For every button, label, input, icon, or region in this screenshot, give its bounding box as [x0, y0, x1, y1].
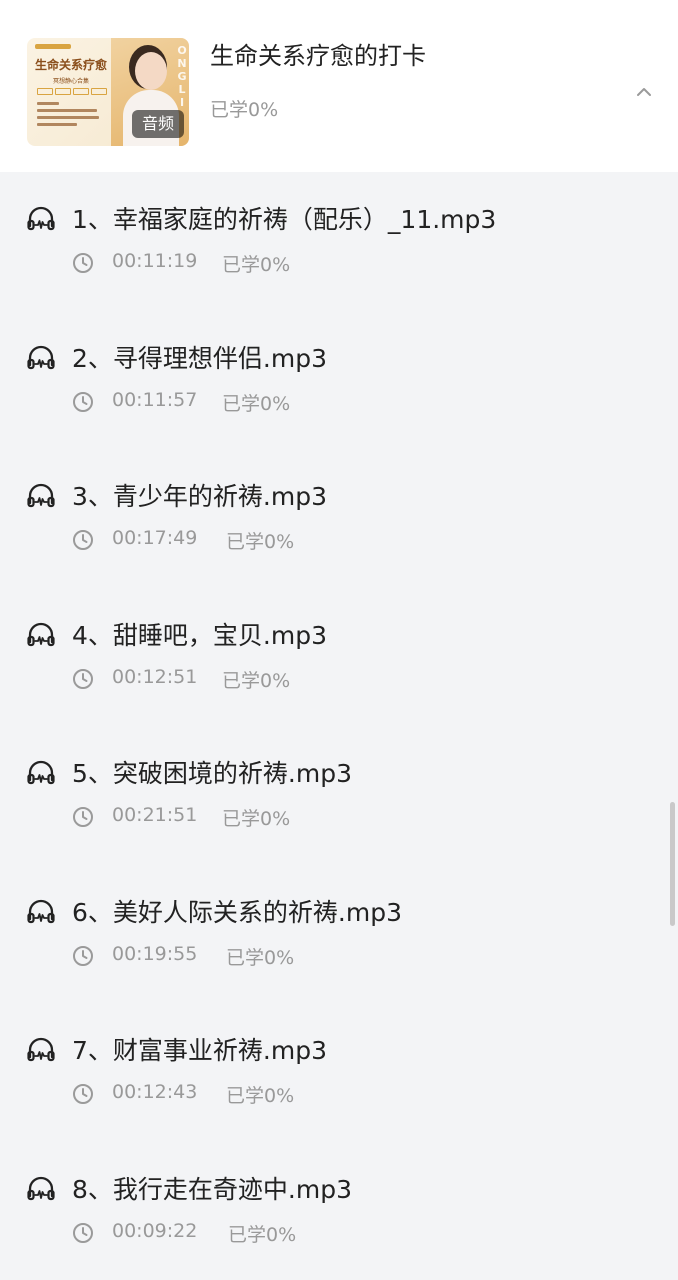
- clock-icon: [73, 530, 93, 550]
- headphones-icon: [27, 760, 55, 785]
- item-duration: 00:17:49: [112, 527, 198, 549]
- item-progress: 已学0%: [222, 808, 291, 830]
- item-duration: 00:12:51: [112, 665, 198, 688]
- item-title: 5、突破困境的祈祷.mp3: [72, 759, 352, 788]
- list-item[interactable]: 1、幸福家庭的祈祷（配乐）_11.mp3 00:11:19 已学0%: [0, 172, 678, 311]
- item-title: 1、幸福家庭的祈祷（配乐）_11.mp3: [72, 205, 497, 234]
- item-duration: 00:11:57: [112, 388, 198, 411]
- headphones-icon: [27, 622, 55, 646]
- cover-text-lines: [37, 102, 99, 130]
- item-duration: 00:11:19: [112, 250, 198, 272]
- scrollbar[interactable]: [670, 802, 675, 926]
- item-progress: 已学0%: [226, 1085, 295, 1107]
- clock-icon: [73, 391, 93, 412]
- cover-tags: [37, 88, 107, 95]
- list-item[interactable]: 7、财富事业祈祷.mp3 00:12:43 已学0%: [0, 1003, 678, 1142]
- item-title: 8、我行走在奇迹中.mp3: [72, 1174, 352, 1204]
- item-progress: 已学0%: [228, 1223, 297, 1246]
- course-title: 生命关系疗愈的打卡: [210, 42, 426, 70]
- cover-title: 生命关系疗愈: [35, 58, 108, 72]
- clock-icon: [73, 253, 93, 273]
- clock-icon: [73, 668, 93, 689]
- audio-list: 1、幸福家庭的祈祷（配乐）_11.mp3 00:11:19 已学0% 2、寻得理…: [0, 172, 678, 1280]
- collapse-button[interactable]: [630, 78, 658, 106]
- course-progress: 已学0%: [210, 99, 279, 121]
- item-progress: 已学0%: [226, 946, 295, 969]
- item-title: 3、青少年的祈祷.mp3: [72, 482, 327, 511]
- list-item[interactable]: 8、我行走在奇迹中.mp3 00:09:22 已学0%: [0, 1142, 678, 1280]
- item-duration: 00:09:22: [112, 1219, 198, 1242]
- list-item[interactable]: 3、青少年的祈祷.mp3 00:17:49 已学0%: [0, 449, 678, 588]
- cover-subtitle: 冥想静心合集: [53, 78, 90, 85]
- item-title: 2、寻得理想伴侣.mp3: [72, 343, 327, 373]
- audio-badge: 音频: [132, 110, 184, 138]
- list-item[interactable]: 4、甜睡吧，宝贝.mp3 00:12:51 已学0%: [0, 588, 678, 727]
- clock-icon: [73, 945, 93, 966]
- chevron-up-icon: [637, 88, 651, 96]
- list-item[interactable]: 5、突破困境的祈祷.mp3 00:21:51 已学0%: [0, 726, 678, 865]
- cover-side-letters: ONGLI: [177, 44, 187, 109]
- item-duration: 00:19:55: [112, 942, 198, 965]
- item-title: 4、甜睡吧，宝贝.mp3: [72, 620, 327, 650]
- list-item[interactable]: 2、寻得理想伴侣.mp3 00:11:57 已学0%: [0, 311, 678, 450]
- headphones-icon: [27, 206, 55, 231]
- clock-icon: [73, 1084, 93, 1104]
- headphones-icon: [27, 345, 55, 369]
- headphones-icon: [27, 1037, 55, 1062]
- clock-icon: [73, 807, 93, 827]
- item-duration: 00:21:51: [112, 804, 198, 826]
- headphones-icon: [27, 483, 55, 508]
- headphones-icon: [27, 899, 55, 923]
- item-title: 7、财富事业祈祷.mp3: [72, 1036, 327, 1065]
- item-progress: 已学0%: [226, 531, 295, 553]
- item-duration: 00:12:43: [112, 1081, 198, 1103]
- list-item[interactable]: 6、美好人际关系的祈祷.mp3 00:19:55 已学0%: [0, 865, 678, 1004]
- item-title: 6、美好人际关系的祈祷.mp3: [72, 897, 402, 927]
- headphones-icon: [27, 1176, 55, 1200]
- item-progress: 已学0%: [222, 392, 291, 415]
- cover-logo: [35, 44, 71, 49]
- clock-icon: [73, 1222, 93, 1243]
- item-progress: 已学0%: [222, 254, 291, 276]
- item-progress: 已学0%: [222, 669, 291, 692]
- course-header: 生命关系疗愈 冥想静心合集 ONGLI 音频 生命关系疗愈的打卡 已学0%: [0, 0, 678, 172]
